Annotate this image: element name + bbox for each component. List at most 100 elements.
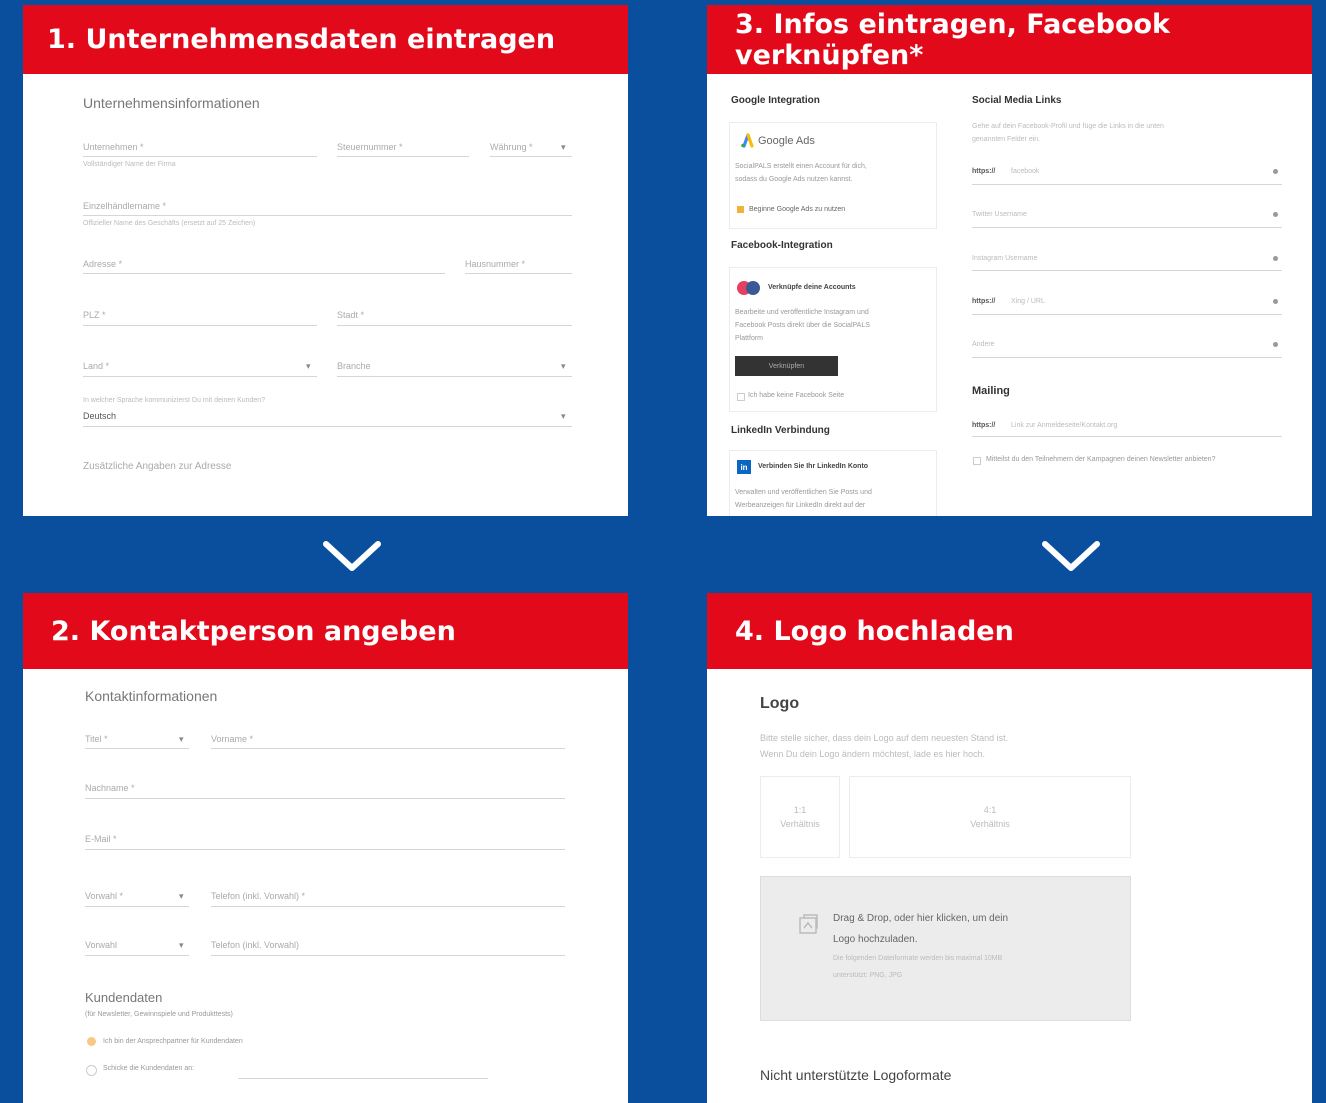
mailing-prefix: https:// (972, 422, 996, 429)
mailing-checkbox[interactable] (973, 457, 981, 465)
step4-header: 4. Logo hochladen (707, 593, 1312, 669)
city-label: Stadt * (337, 310, 365, 320)
email-input[interactable] (85, 849, 565, 850)
link4-prefix: https:// (972, 298, 996, 305)
dial2-select[interactable] (85, 955, 189, 956)
house-input[interactable] (465, 273, 572, 274)
link5-globe-icon (1273, 342, 1278, 347)
shop-input[interactable] (83, 215, 572, 216)
link2-input[interactable]: Twitter Username (972, 211, 1027, 218)
company-section-title: Unternehmensinformationen (83, 95, 260, 111)
company-input[interactable] (83, 156, 317, 157)
ratio-4-1-box[interactable]: 4:1 Verhältnis (849, 776, 1131, 858)
facebook-checkbox-label: Ich habe keine Facebook Seite (748, 392, 845, 399)
link1-input[interactable]: facebook (1011, 168, 1039, 175)
social-hint-1: Gehe auf dein Facebook-Profil und füge d… (972, 123, 1164, 130)
link1-globe-icon (1273, 169, 1278, 174)
ratio-1-1-box[interactable]: 1:1 Verhältnis (760, 776, 840, 858)
link5-underline (972, 357, 1282, 358)
upload-file-icon (799, 914, 818, 934)
dropzone-text-1: Drag & Drop, oder hier klicken, um dein (833, 913, 1009, 924)
lastname-label: Nachname * (85, 783, 135, 793)
language-chevron-down-icon[interactable]: ▾ (561, 411, 566, 422)
step1-title: 1. Unternehmensdaten eintragen (47, 24, 556, 55)
phone2-input[interactable] (211, 955, 565, 956)
company-label: Unternehmen * (83, 142, 144, 152)
link5-input[interactable]: Andere (972, 341, 995, 348)
facebook-integration-title: Facebook-Integration (731, 240, 833, 251)
linkedin-text-1: Verwalten und veröffentlichen Sie Posts … (735, 489, 872, 496)
address-input[interactable] (83, 273, 445, 274)
option2-input[interactable] (238, 1078, 488, 1079)
logo-title: Logo (760, 695, 800, 712)
language-select[interactable] (83, 426, 572, 427)
shop-hint: Offizieller Name des Geschäfts (ersetzt … (83, 220, 256, 227)
dial2-chevron-down-icon[interactable]: ▾ (179, 940, 184, 951)
step2-header: 2. Kontaktperson angeben (23, 593, 628, 669)
page: { "colors": {"background": "#0a4f9e", "h… (0, 0, 1326, 1103)
link4-input[interactable]: Xing / URL (1011, 298, 1045, 305)
ratio-4-1-label: 4:1 (983, 805, 997, 815)
google-text-2: sodass du Google Ads nutzen kannst. (735, 176, 853, 183)
dial-chevron-down-icon[interactable]: ▾ (179, 891, 184, 902)
google-link[interactable]: Beginne Google Ads zu nutzen (749, 206, 845, 213)
facebook-icon (746, 281, 760, 295)
city-input[interactable] (337, 325, 572, 326)
option1-label: Ich bin der Ansprechpartner für Kundenda… (103, 1038, 243, 1045)
branch-select[interactable] (337, 376, 572, 377)
step2-title: 2. Kontaktperson angeben (51, 615, 456, 647)
phone2-label: Telefon (inkl. Vorwahl) (211, 940, 300, 950)
step4-title: 4. Logo hochladen (735, 615, 1014, 647)
logo-hint-1: Bitte stelle sicher, dass dein Logo auf … (760, 733, 1009, 743)
currency-select[interactable] (490, 156, 572, 157)
logo-hint-2: Wenn Du dein Logo ändern möchtest, lade … (760, 749, 985, 759)
dial-select[interactable] (85, 906, 189, 907)
phone-input[interactable] (211, 906, 565, 907)
step4-panel: 4. Logo hochladen Logo Bitte stelle sich… (707, 593, 1312, 1103)
link3-input[interactable]: Instagram Username (972, 255, 1037, 262)
google-link-icon (737, 206, 744, 213)
customer-hint: (für Newsletter, Gewinnspiele und Produk… (85, 1011, 233, 1018)
tax-input[interactable] (337, 156, 469, 157)
branch-chevron-down-icon[interactable]: ▾ (561, 361, 566, 372)
ratio-1-1-sub: Verhältnis (780, 819, 820, 829)
mailing-input[interactable]: Link zur Anmeldeseite/Kontakt.org (1011, 422, 1117, 429)
firstname-input[interactable] (211, 748, 565, 749)
google-ads-icon (741, 133, 754, 148)
facebook-connect-button[interactable]: Verknüpfen (735, 356, 838, 376)
google-text-1: SocialPALS erstellt einen Account für di… (735, 163, 867, 170)
link4-underline (972, 314, 1282, 315)
phone-label: Telefon (inkl. Vorwahl) * (211, 891, 306, 901)
ratio-4-1-sub: Verhältnis (970, 819, 1010, 829)
lastname-input[interactable] (85, 798, 565, 799)
address-extra-link[interactable]: Zusätzliche Angaben zur Adresse (83, 461, 231, 472)
ratio-1-1-label: 1:1 (793, 805, 807, 815)
country-select[interactable] (83, 376, 317, 377)
linkedin-connect-label[interactable]: Verbinden Sie Ihr LinkedIn Konto (758, 463, 868, 470)
link2-globe-icon (1273, 212, 1278, 217)
linkedin-title: LinkedIn Verbindung (731, 425, 830, 436)
facebook-checkbox[interactable] (737, 393, 745, 401)
company-hint: Vollständiger Name der Firma (83, 161, 176, 168)
dropzone-hint-2: unterstützt: PNG, JPG (833, 972, 903, 979)
currency-label: Währung * (490, 142, 533, 152)
email-label: E-Mail * (85, 834, 117, 844)
step3-panel: 3. Infos eintragen, Facebook verknüpfen*… (707, 5, 1312, 516)
facebook-text-3: Plattform (735, 335, 764, 342)
zip-input[interactable] (83, 325, 317, 326)
dropzone-hint-1: Die folgenden Dateiformate werden bis ma… (833, 955, 1003, 962)
logo-dropzone[interactable]: Drag & Drop, oder hier klicken, um dein … (760, 876, 1131, 1021)
link4-globe-icon (1273, 299, 1278, 304)
link3-globe-icon (1273, 256, 1278, 261)
link1-prefix: https:// (972, 168, 996, 175)
step3-header: 3. Infos eintragen, Facebook verknüpfen* (707, 5, 1312, 74)
step3-title: 3. Infos eintragen, Facebook verknüpfen* (735, 8, 1171, 71)
salutation-chevron-down-icon[interactable]: ▾ (179, 734, 184, 745)
country-chevron-down-icon[interactable]: ▾ (306, 361, 311, 372)
currency-chevron-down-icon[interactable]: ▾ (561, 142, 566, 153)
salutation-select[interactable] (85, 748, 189, 749)
link2-underline (972, 227, 1282, 228)
dial-label: Vorwahl * (85, 891, 124, 901)
option2-radio[interactable] (86, 1065, 97, 1076)
option1-radio[interactable] (87, 1037, 96, 1046)
